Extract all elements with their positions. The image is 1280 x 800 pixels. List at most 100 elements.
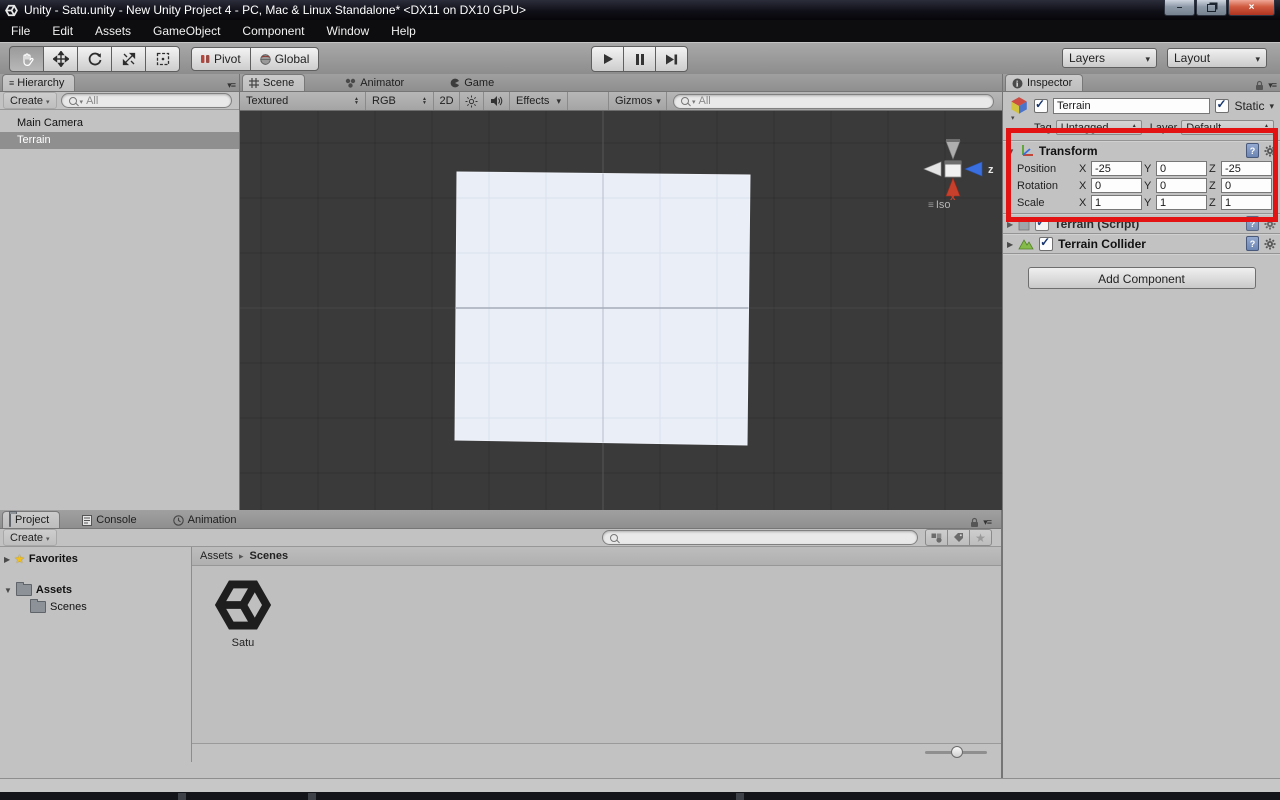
thumbnail-size-slider[interactable] xyxy=(925,746,987,758)
tab-animation[interactable]: Animation xyxy=(165,512,245,528)
shading-mode-dropdown[interactable]: Textured xyxy=(240,92,366,110)
static-checkbox[interactable] xyxy=(1215,97,1230,113)
gameobject-cube-icon[interactable]: ▾ xyxy=(1009,96,1029,122)
hierarchy-search-input[interactable]: All xyxy=(60,93,232,108)
rotation-z-field[interactable] xyxy=(1221,178,1272,193)
step-button[interactable] xyxy=(655,46,688,72)
tree-item-scenes[interactable]: Scenes xyxy=(0,598,191,615)
panel-menu-icon[interactable]: ▾≡ xyxy=(1268,80,1277,91)
project-create-button[interactable]: Create xyxy=(3,529,57,546)
tab-console[interactable]: Console xyxy=(74,512,144,528)
render-channel-dropdown[interactable]: RGB xyxy=(366,92,434,110)
gear-icon[interactable] xyxy=(1264,238,1276,250)
slider-knob[interactable] xyxy=(951,746,963,758)
gameobject-enabled-checkbox[interactable] xyxy=(1034,97,1048,113)
tree-item-assets[interactable]: Assets xyxy=(0,581,191,598)
scale-z-field[interactable] xyxy=(1221,195,1272,210)
tab-game[interactable]: Game xyxy=(442,75,502,91)
asset-item-satu[interactable]: Satu xyxy=(210,576,276,649)
gizmos-dropdown[interactable]: Gizmos xyxy=(609,92,667,110)
tab-animator[interactable]: Animator xyxy=(337,75,412,91)
rotation-y-field[interactable] xyxy=(1156,178,1207,193)
move-tool-button[interactable] xyxy=(43,46,78,72)
search-by-type-button[interactable] xyxy=(925,529,948,546)
layer-dropdown[interactable]: Default xyxy=(1181,120,1274,135)
menu-edit[interactable]: Edit xyxy=(41,20,84,42)
help-icon[interactable] xyxy=(1246,236,1259,251)
position-z-field[interactable] xyxy=(1221,161,1272,176)
pivot-toggle-button[interactable]: Pivot xyxy=(191,47,251,71)
foldout-closed-icon[interactable] xyxy=(4,553,10,565)
tree-item-favorites[interactable]: ★ Favorites xyxy=(0,550,191,567)
close-button[interactable]: × xyxy=(1228,0,1275,16)
static-chevron-icon[interactable] xyxy=(1269,100,1274,112)
terrain-script-enabled-checkbox[interactable] xyxy=(1035,215,1050,231)
hierarchy-create-button[interactable]: Create xyxy=(3,92,57,109)
search-favorites-button[interactable]: ★ xyxy=(969,529,992,546)
foldout-open-icon[interactable] xyxy=(4,584,12,596)
scene-viewport[interactable]: z x ≡ Iso xyxy=(240,111,1002,512)
play-button[interactable] xyxy=(591,46,624,72)
add-component-button[interactable]: Add Component xyxy=(1027,267,1256,289)
2d-toggle-button[interactable]: 2D xyxy=(434,92,460,110)
menu-component[interactable]: Component xyxy=(231,20,315,42)
global-icon xyxy=(259,53,271,65)
rotation-x-field[interactable] xyxy=(1091,178,1142,193)
gameobject-name-field[interactable] xyxy=(1053,98,1211,114)
foldout-closed-icon[interactable] xyxy=(1007,238,1013,250)
menu-assets[interactable]: Assets xyxy=(84,20,142,42)
axis-y-label: Y xyxy=(1144,179,1152,192)
layers-dropdown[interactable]: Layers xyxy=(1062,48,1157,68)
updown-arrows-icon xyxy=(1264,124,1269,132)
search-by-label-button[interactable] xyxy=(947,529,970,546)
global-toggle-button[interactable]: Global xyxy=(249,47,320,71)
breadcrumb-root[interactable]: Assets xyxy=(200,550,233,562)
breadcrumb-current[interactable]: Scenes xyxy=(250,550,289,562)
rect-tool-button[interactable] xyxy=(145,46,180,72)
tag-dropdown[interactable]: Untagged xyxy=(1055,120,1142,135)
menu-file[interactable]: File xyxy=(0,20,41,42)
gear-icon[interactable] xyxy=(1264,145,1276,157)
project-search-input[interactable] xyxy=(602,530,918,545)
gizmo-z-label: z xyxy=(988,164,994,176)
scene-search-input[interactable]: All xyxy=(673,93,994,109)
scene-lighting-toggle[interactable] xyxy=(460,92,484,110)
lock-icon[interactable] xyxy=(970,517,979,528)
terrain-collider-component-header[interactable]: Terrain Collider xyxy=(1003,234,1280,253)
tab-inspector[interactable]: i Inspector xyxy=(1005,74,1084,91)
minimize-button[interactable]: – xyxy=(1164,0,1195,16)
hand-tool-icon xyxy=(19,51,35,67)
help-icon[interactable] xyxy=(1246,143,1259,158)
position-y-field[interactable] xyxy=(1156,161,1207,176)
effects-dropdown[interactable]: Effects xyxy=(510,92,568,110)
help-icon[interactable] xyxy=(1246,216,1259,231)
menu-gameobject[interactable]: GameObject xyxy=(142,20,231,42)
position-x-field[interactable] xyxy=(1091,161,1142,176)
scale-y-field[interactable] xyxy=(1156,195,1207,210)
panel-menu-icon[interactable]: ▾≡ xyxy=(227,80,236,91)
layout-dropdown[interactable]: Layout xyxy=(1167,48,1267,68)
hierarchy-item-terrain[interactable]: Terrain xyxy=(0,132,239,149)
tab-scene[interactable]: Scene xyxy=(242,74,306,91)
rotate-tool-button[interactable] xyxy=(77,46,112,72)
scale-x-field[interactable] xyxy=(1091,195,1142,210)
scene-audio-toggle[interactable] xyxy=(484,92,510,110)
gear-icon[interactable] xyxy=(1264,218,1276,230)
menu-window[interactable]: Window xyxy=(315,20,380,42)
scale-tool-button[interactable] xyxy=(111,46,146,72)
menu-help[interactable]: Help xyxy=(380,20,427,42)
hierarchy-item-main-camera[interactable]: Main Camera xyxy=(0,115,239,132)
tab-hierarchy[interactable]: ≡ Hierarchy xyxy=(2,74,76,91)
foldout-open-icon[interactable] xyxy=(1007,145,1015,157)
orientation-gizmo[interactable]: z x xyxy=(913,123,1002,201)
projection-mode-toggle[interactable]: ≡ Iso xyxy=(928,199,951,211)
terrain-script-component-header[interactable]: Terrain (Script) xyxy=(1003,214,1280,233)
pause-button[interactable] xyxy=(623,46,656,72)
panel-menu-icon[interactable]: ▾≡ xyxy=(983,517,992,528)
hand-tool-button[interactable] xyxy=(9,46,44,72)
terrain-collider-enabled-checkbox[interactable] xyxy=(1039,235,1054,251)
lock-icon[interactable] xyxy=(1255,80,1264,91)
foldout-closed-icon[interactable] xyxy=(1007,218,1013,230)
tab-project[interactable]: Project xyxy=(2,511,61,528)
restore-button[interactable] xyxy=(1196,0,1227,16)
